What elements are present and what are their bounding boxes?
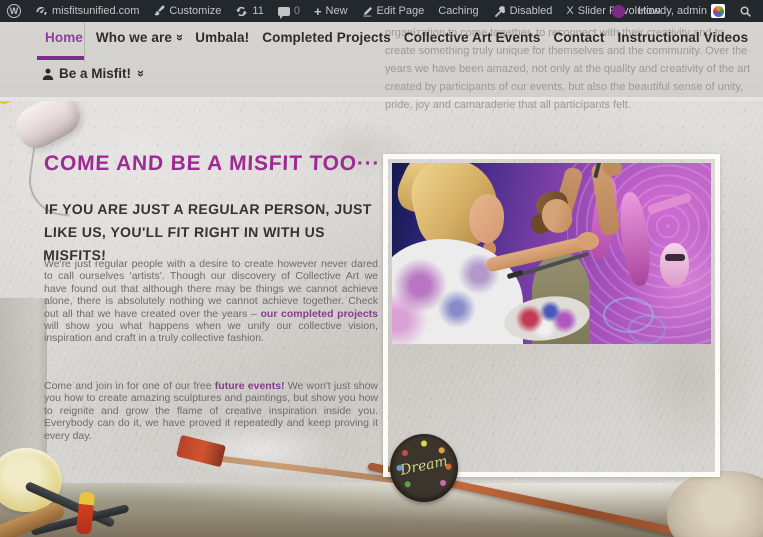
my-account-menu[interactable]: Howdy, admin [631, 0, 732, 22]
new-label: New [326, 5, 348, 17]
updates-count: 11 [252, 5, 263, 17]
nav-item-umbala[interactable]: Umbala! [189, 30, 255, 45]
comment-bubble-icon [278, 7, 290, 16]
future-events-link[interactable]: future events! [215, 380, 285, 392]
nav-item-collective-art-events[interactable]: Collective Art Events [398, 30, 547, 45]
dream-sticker-text: Dream [389, 451, 459, 481]
updates-menu[interactable]: 11 [228, 0, 270, 22]
search-menu[interactable] [732, 0, 759, 22]
nav-separator [84, 22, 85, 62]
edit-page-menu[interactable]: Edit Page [355, 0, 432, 22]
painter-one-hand [577, 232, 599, 250]
dream-sticker: Dream [390, 434, 458, 502]
nav-item-label: Be a Misfit! [59, 66, 131, 81]
edit-page-label: Edit Page [377, 5, 425, 17]
nav-item-completed-projects[interactable]: Completed Projects [256, 30, 397, 45]
site-name-menu[interactable]: misfitsunified.com [28, 0, 146, 22]
nav-item-be-a-misfit[interactable]: Be a Misfit! « [42, 66, 143, 81]
nav-item-label: Instructional Videos [617, 30, 748, 45]
wp-admin-bar: W misfitsunified.com Customize 11 0 + [0, 0, 763, 22]
nav-item-label: Completed Projects [262, 30, 391, 45]
chevron-double-down-icon: « [172, 34, 185, 41]
page: COME AND BE A MISFIT TOO··· IF YOU ARE J… [0, 0, 763, 537]
intro-paragraph: We're just regular people with a desire … [44, 258, 378, 345]
mural-face-with-sunglasses [660, 243, 689, 286]
painter-two-hand [603, 163, 622, 176]
site-header: organization to come together, to reconn… [0, 22, 763, 101]
nav-item-who-we-are[interactable]: Who we are « [90, 30, 188, 45]
page-title: COME AND BE A MISFIT TOO··· [44, 152, 390, 176]
plugin-dot-icon[interactable] [612, 5, 625, 18]
join-paragraph-text: Come and join in for one of our free [44, 380, 215, 392]
updates-icon [235, 5, 248, 18]
paintbrush-icon [153, 5, 165, 17]
gauge-icon [35, 5, 48, 18]
join-paragraph: Come and join in for one of our free fut… [44, 380, 378, 442]
wp-logo-menu[interactable]: W [0, 0, 28, 22]
slider-revolution-x-icon: X [566, 5, 573, 17]
main-navigation: Home Who we are « Umbala! Completed Proj… [39, 30, 755, 45]
person-icon [42, 68, 54, 80]
comments-menu[interactable]: 0 [271, 0, 307, 22]
avatar-image [713, 6, 724, 17]
avatar [711, 4, 725, 18]
comments-count: 0 [294, 5, 300, 17]
hammer-icon [493, 5, 506, 18]
admin-bar-right: Howdy, admin [606, 0, 759, 22]
nav-item-instructional-videos[interactable]: Instructional Videos [611, 30, 754, 45]
nav-item-label: Umbala! [195, 30, 249, 45]
howdy-label: Howdy, admin [638, 5, 707, 17]
caching-menu[interactable]: Caching [431, 0, 485, 22]
nav-item-label: Home [45, 30, 83, 45]
site-name-label: misfitsunified.com [52, 5, 139, 17]
slider-photo-frame [383, 154, 720, 477]
disabled-label: Disabled [510, 5, 553, 17]
caching-label: Caching [438, 5, 478, 17]
new-content-menu[interactable]: + New [307, 0, 355, 22]
mural-scribble [628, 315, 666, 344]
active-underline [37, 56, 84, 60]
speed-plugin-menu[interactable]: Disabled [486, 0, 560, 22]
intro-paragraph-text: will show you what happens when we unify… [44, 320, 378, 344]
chevron-double-down-icon: « [133, 70, 146, 77]
page-subtitle: IF YOU ARE JUST A REGULAR PERSON, JUST L… [43, 198, 387, 267]
mural-sunglasses [665, 254, 686, 261]
customize-menu[interactable]: Customize [146, 0, 228, 22]
nav-item-contact[interactable]: Contact [548, 30, 611, 45]
completed-projects-link[interactable]: our completed projects [261, 308, 379, 320]
wordpress-logo-icon: W [7, 4, 21, 18]
pencil-icon [362, 6, 373, 17]
mural-painting-photo [392, 163, 711, 344]
search-icon [739, 5, 752, 18]
nav-item-label: Contact [554, 30, 605, 45]
background-plank [0, 298, 47, 470]
plus-icon: + [314, 5, 322, 18]
nav-item-label: Collective Art Events [404, 30, 541, 45]
nav-item-home[interactable]: Home [39, 30, 89, 45]
customize-label: Customize [169, 5, 221, 17]
nav-item-label: Who we are [96, 30, 172, 45]
